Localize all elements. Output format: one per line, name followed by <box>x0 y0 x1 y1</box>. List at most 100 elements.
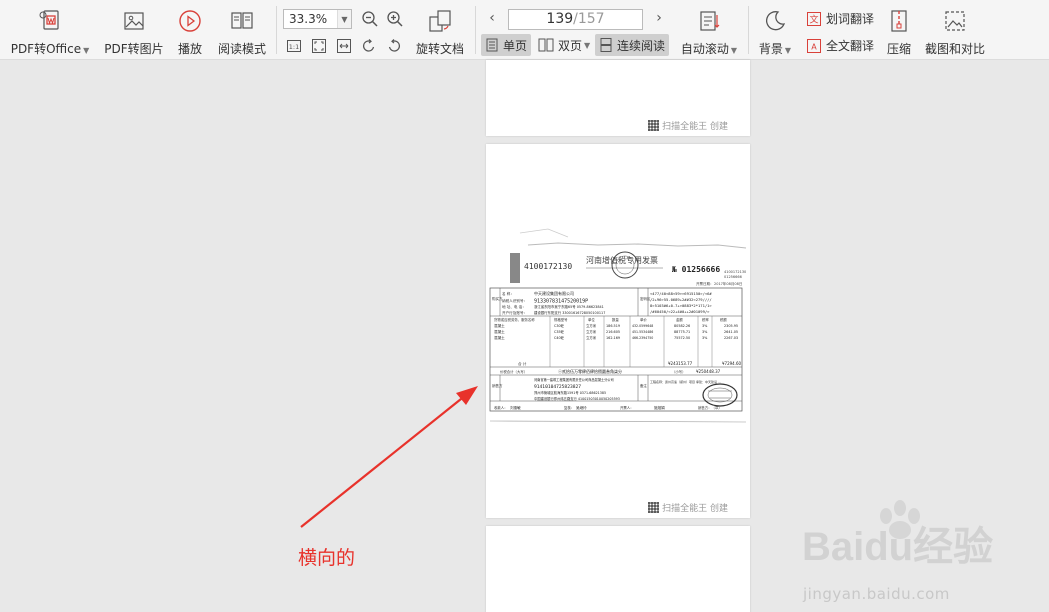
svg-text:立方米: 立方米 <box>586 335 597 340</box>
column-qty: 数量 <box>612 317 619 322</box>
compress-label: 压缩 <box>886 42 911 56</box>
svg-text:2267.03: 2267.03 <box>724 336 738 340</box>
page-number-input[interactable]: 139/157 <box>508 9 643 30</box>
play-label: 播放 <box>177 42 202 56</box>
svg-text:C40砼: C40砼 <box>554 335 565 340</box>
svg-text:88775.71: 88775.71 <box>674 330 690 334</box>
full-translate-button[interactable]: A 全文翻译 <box>806 37 874 54</box>
invoice-barcode <box>510 253 520 283</box>
pdf-to-office-button[interactable]: PDF转Office ▼ <box>10 8 90 57</box>
svg-text:432.0599648: 432.0599648 <box>632 324 653 328</box>
annotation-label: 横向的 <box>298 547 356 569</box>
pdf-to-image-button[interactable]: PDF转图片 <box>104 8 164 57</box>
svg-text:3%: 3% <box>702 330 708 334</box>
svg-text:C30砼: C30砼 <box>554 323 565 328</box>
svg-text:立方米: 立方米 <box>586 323 597 328</box>
toolbar-divider <box>748 6 749 54</box>
seller-address: 郑州市管城区航海东路1591号 0371-68621385 <box>534 390 606 395</box>
compress-button[interactable]: 压缩 <box>884 8 914 57</box>
svg-text:1:1: 1:1 <box>289 43 299 51</box>
continuous-read-label: 连续阅读 <box>617 38 666 53</box>
double-page-label: 双页 <box>558 38 583 53</box>
column-spec: 规格型号 <box>554 317 568 322</box>
translate-document-icon: A <box>806 38 822 54</box>
svg-text:开户行及账号：: 开户行及账号： <box>502 310 527 315</box>
pdf-to-office-label: PDF转Office <box>10 42 82 56</box>
chevron-down-icon[interactable]: ▼ <box>337 10 351 28</box>
svg-text:文: 文 <box>809 13 818 25</box>
table-row: 混凝土 C30砼 立方米 186.519 432.0599648 80582.2… <box>494 323 738 328</box>
note-label: 备注 <box>640 383 647 388</box>
svg-text:混凝土: 混凝土 <box>494 335 505 340</box>
svg-text:A: A <box>811 42 817 51</box>
play-button[interactable]: 播放 <box>174 8 206 57</box>
image-icon <box>121 8 147 34</box>
rotate-right-icon[interactable] <box>385 37 403 55</box>
cipher-line: <477/40<88<59>>6915150>/<6# <box>650 291 712 296</box>
translate-word-icon: 文 <box>806 11 822 27</box>
background-button[interactable]: 背景 ▼ <box>757 8 793 57</box>
buyer-name: 中天建设集团有限公司 <box>534 290 574 296</box>
pdf-page-previous: 扫描全能王 创建 <box>486 60 750 136</box>
grand-total-value: ¥250448.37 <box>696 369 721 374</box>
svg-text:复核：: 复核： <box>564 405 574 410</box>
continuous-read-icon <box>599 38 613 52</box>
svg-text:收款人：: 收款人： <box>494 405 508 410</box>
zoom-select[interactable]: 33.3% ▼ <box>283 9 352 29</box>
auto-scroll-button[interactable]: 自动滚动 ▼ <box>680 8 738 57</box>
column-unit: 单位 <box>588 317 595 322</box>
compress-icon <box>886 8 912 34</box>
auto-scroll-icon <box>696 8 722 34</box>
svg-text:216.605: 216.605 <box>606 330 620 334</box>
read-mode-button[interactable]: 阅读模式 <box>216 8 268 57</box>
grand-total-label: 价税合计（大写） <box>500 369 527 374</box>
rotate-document-icon <box>427 8 453 34</box>
fit-width-icon[interactable] <box>335 37 353 55</box>
table-row: 混凝土 C35砼 立方米 216.605 451.5534486 88775.7… <box>494 329 738 334</box>
single-page-icon <box>485 38 499 52</box>
current-page: 139 <box>546 11 574 27</box>
invoice-number-small: 01256666 <box>724 275 742 279</box>
rotate-document-label: 旋转文档 <box>415 42 464 56</box>
cipher-line: 8>5103#6+0-7+>0883*2*171/1> <box>650 303 712 308</box>
next-page-icon[interactable]: › <box>651 10 667 26</box>
svg-text:销售方：（章）: 销售方：（章） <box>698 405 722 410</box>
screenshot-compare-button[interactable]: 截图和对比 <box>924 8 986 57</box>
drawer-name: 施旭娟 <box>654 405 665 410</box>
play-icon <box>177 8 203 34</box>
toolbar-divider <box>276 6 277 54</box>
svg-text:纳税人识别号：: 纳税人识别号： <box>502 298 527 303</box>
svg-text:2305.95: 2305.95 <box>724 324 738 328</box>
invoice-date-label: 开票日期： <box>696 281 714 286</box>
svg-text:3%: 3% <box>702 336 708 340</box>
svg-text:（小写）: （小写） <box>672 369 686 374</box>
seller-name: 河南省第一建筑工程集团有限责任公司商品混凝土分公司 <box>534 377 614 382</box>
zoom-out-icon[interactable] <box>361 10 379 28</box>
rotate-left-icon[interactable] <box>360 37 378 55</box>
single-page-label: 单页 <box>503 38 528 53</box>
zoom-in-icon[interactable] <box>386 10 404 28</box>
svg-text:C35砼: C35砼 <box>554 329 565 334</box>
scanner-watermark: 扫描全能王 创建 <box>648 119 728 132</box>
continuous-read-button[interactable]: 连续阅读 <box>595 34 670 56</box>
fit-page-icon[interactable] <box>310 37 328 55</box>
actual-size-icon[interactable]: 1:1 <box>285 37 303 55</box>
pdf-to-image-label: PDF转图片 <box>104 42 164 56</box>
invoice-date: 2017年08月08日 <box>714 281 742 286</box>
book-icon <box>229 8 255 34</box>
double-page-button[interactable]: 双页 ▼ <box>534 34 594 56</box>
invoice-code-left: 4100172130 <box>524 262 572 271</box>
svg-text:75572.50: 75572.50 <box>674 336 690 340</box>
svg-text:名 称：: 名 称： <box>502 291 514 296</box>
buyer-bank: 建设银行东阳支行 33001616728050100117 <box>534 310 605 315</box>
chevron-down-icon: ▼ <box>584 40 591 50</box>
double-page-icon <box>538 38 554 52</box>
svg-text:开票人：: 开票人： <box>620 405 634 410</box>
pdf-reader-app: PDF转Office ▼ PDF转图片 播放 阅读模式 33.3% ▼ 1:1 … <box>0 0 1049 612</box>
prev-page-icon[interactable]: ‹ <box>484 10 500 26</box>
svg-text:451.5534486: 451.5534486 <box>632 330 653 334</box>
word-translate-button[interactable]: 文 划词翻译 <box>806 10 874 27</box>
rotate-document-button[interactable]: 旋转文档 <box>414 8 466 57</box>
svg-text:2641.05: 2641.05 <box>724 330 738 334</box>
single-page-button[interactable]: 单页 <box>481 34 532 56</box>
